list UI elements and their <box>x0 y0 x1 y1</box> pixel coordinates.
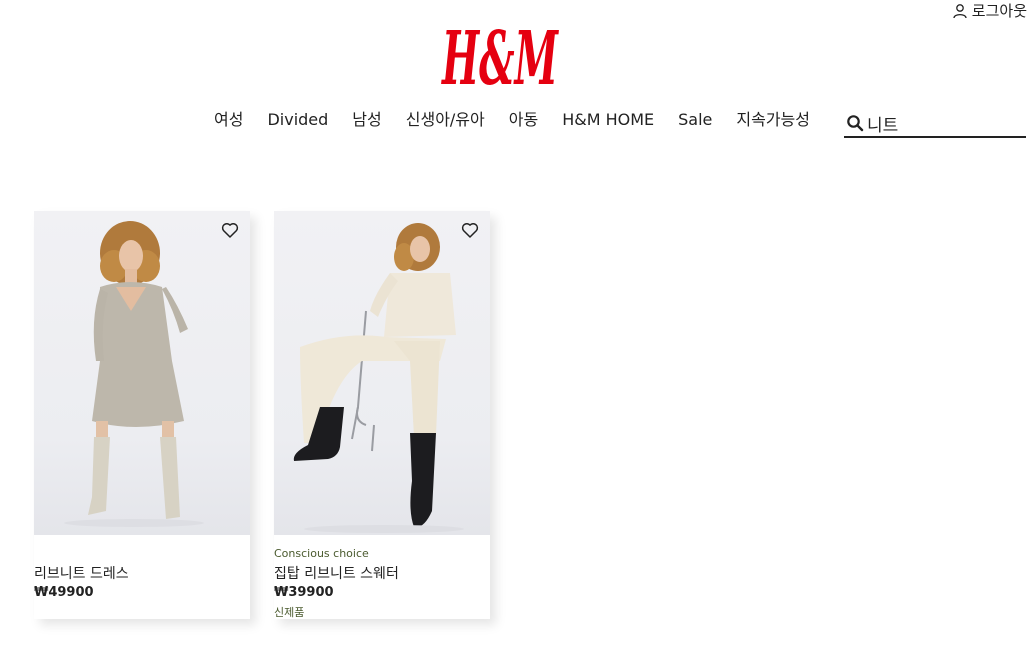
model-photo-dress <box>64 221 204 527</box>
product-price: ₩49900 <box>34 585 94 600</box>
user-icon <box>953 3 967 18</box>
hm-logo[interactable]: H&M <box>440 14 562 98</box>
product-tag: Conscious choice <box>274 547 369 560</box>
product-price: ₩39900 <box>274 585 334 600</box>
nav-item-home[interactable]: H&M HOME <box>562 108 654 132</box>
search-icon[interactable] <box>846 114 864 132</box>
search-input[interactable] <box>867 113 1017 133</box>
product-card[interactable]: 리브니트 드레스 ₩49900 <box>34 211 250 619</box>
nav-item-divided[interactable]: Divided <box>267 108 328 132</box>
product-badge: 신제품 <box>274 606 305 619</box>
nav-item-sale[interactable]: Sale <box>678 108 712 132</box>
heart-icon[interactable] <box>221 221 239 239</box>
nav-item-sustainability[interactable]: 지속가능성 <box>736 108 810 132</box>
nav-item-men[interactable]: 남성 <box>352 108 381 132</box>
product-image[interactable] <box>34 211 250 535</box>
product-card[interactable]: Conscious choice 집탑 리브니트 스웨터 ₩39900 신제품 <box>274 211 490 619</box>
search-box <box>844 110 1026 138</box>
logout-label: 로그아웃 <box>971 2 1027 20</box>
logout-link[interactable]: 로그아웃 <box>952 0 1027 21</box>
model-photo-sweater <box>293 223 464 533</box>
nav-item-baby[interactable]: 신생아/유아 <box>406 108 485 132</box>
page: 로그아웃 H&M 여성 Divided 남성 신생아/유아 아동 H&M HOM… <box>0 0 1035 671</box>
nav-item-kids[interactable]: 아동 <box>509 108 538 132</box>
main-nav: 여성 Divided 남성 신생아/유아 아동 H&M HOME Sale 지속… <box>214 108 834 132</box>
product-name[interactable]: 리브니트 드레스 <box>34 563 129 583</box>
heart-icon[interactable] <box>461 221 479 239</box>
nav-item-women[interactable]: 여성 <box>214 108 243 132</box>
brand-text: H&M <box>441 16 559 98</box>
product-name[interactable]: 집탑 리브니트 스웨터 <box>274 563 399 583</box>
product-image[interactable] <box>274 211 490 535</box>
